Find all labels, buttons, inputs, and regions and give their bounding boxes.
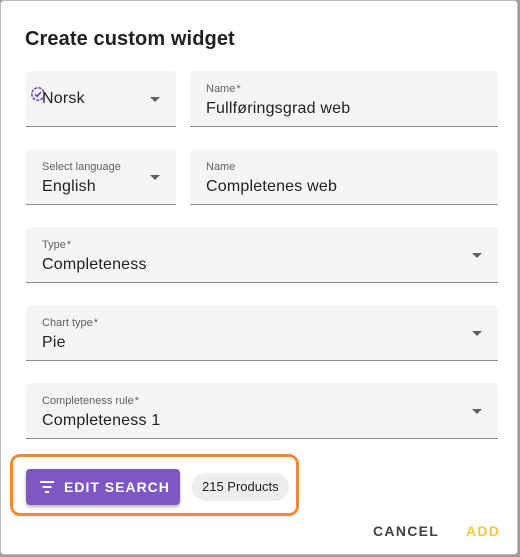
chart-type-select-label: Chart type* bbox=[42, 317, 99, 329]
chart-type-select[interactable]: Chart type* Pie bbox=[26, 305, 498, 361]
completeness-rule-select-label: Completeness rule* bbox=[42, 395, 139, 407]
chart-type-select-value: Pie bbox=[42, 334, 66, 351]
edit-search-button[interactable]: EDIT SEARCH bbox=[26, 469, 180, 505]
name-field-no[interactable]: Name* Fullføringsgrad web bbox=[190, 71, 498, 127]
required-mark: * bbox=[66, 239, 72, 251]
required-mark: * bbox=[134, 395, 139, 407]
completeness-rule-select-value: Completeness 1 bbox=[42, 412, 161, 429]
add-button[interactable]: ADD bbox=[466, 523, 500, 539]
arrow-drop-down-icon bbox=[150, 97, 160, 102]
required-mark: * bbox=[236, 83, 241, 95]
language-select[interactable]: Select language English bbox=[26, 149, 176, 205]
products-count-chip: 215 Products bbox=[192, 473, 289, 501]
type-select-label: Type* bbox=[42, 239, 72, 251]
arrow-drop-down-icon bbox=[472, 409, 482, 414]
name-field-value: Fullføringsgrad web bbox=[206, 100, 351, 117]
filter-list-icon bbox=[40, 481, 54, 493]
dialog-title: Create custom widget bbox=[25, 28, 235, 50]
edit-search-label: EDIT SEARCH bbox=[64, 479, 170, 495]
name-field-label: Name bbox=[206, 161, 236, 173]
locale-select[interactable]: Norsk bbox=[26, 71, 176, 127]
locale-value: Norsk bbox=[42, 90, 85, 107]
language-select-label: Select language bbox=[42, 161, 121, 173]
name-field-en[interactable]: Name Completenes web bbox=[190, 149, 498, 205]
name-field-value: Completenes web bbox=[206, 178, 338, 195]
arrow-drop-down-icon bbox=[150, 175, 160, 180]
required-mark: * bbox=[93, 317, 99, 329]
language-select-value: English bbox=[42, 178, 96, 195]
arrow-drop-down-icon bbox=[472, 331, 482, 336]
name-field-label: Name* bbox=[206, 83, 241, 95]
completeness-rule-select[interactable]: Completeness rule* Completeness 1 bbox=[26, 383, 498, 439]
type-select-value: Completeness bbox=[42, 256, 147, 273]
type-select[interactable]: Type* Completeness bbox=[26, 227, 498, 283]
create-widget-dialog: Create custom widget Norsk Name* Fullfør… bbox=[0, 0, 518, 555]
cancel-button[interactable]: CANCEL bbox=[373, 523, 439, 539]
arrow-drop-down-icon bbox=[472, 253, 482, 258]
